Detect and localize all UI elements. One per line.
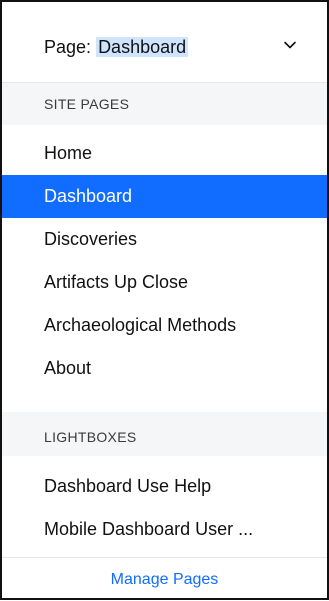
menu-item-dashboard[interactable]: Dashboard [2, 175, 327, 218]
menu-item-dashboard-use-help[interactable]: Dashboard Use Help [2, 465, 327, 508]
menu-item-discoveries[interactable]: Discoveries [2, 218, 327, 261]
current-page-name: Dashboard [96, 37, 189, 57]
menu-item-artifacts-up-close[interactable]: Artifacts Up Close [2, 261, 327, 304]
menu-item-mobile-dashboard-user[interactable]: Mobile Dashboard User ... [2, 508, 327, 551]
page-prefix-label: Page: [44, 37, 92, 57]
menu-item-home[interactable]: Home [2, 132, 327, 175]
menu-item-archaeological-methods[interactable]: Archaeological Methods [2, 304, 327, 347]
manage-pages-link[interactable]: Manage Pages [2, 570, 327, 590]
menu-item-label: Dashboard Use Help [44, 476, 212, 496]
menu-item-about[interactable]: About [2, 347, 327, 390]
page-selector-text: Page: Dashboard [44, 34, 189, 60]
menu-item-label: Dashboard [44, 186, 133, 206]
menu-item-label: Archaeological Methods [44, 315, 237, 335]
lightboxes-title: LIGHTBOXES [44, 429, 137, 445]
lightboxes-section-header: LIGHTBOXES [2, 412, 327, 456]
site-pages-title: SITE PAGES [44, 96, 130, 112]
panel-footer: Manage Pages [2, 557, 327, 601]
page-selector-dropdown[interactable]: Page: Dashboard [2, 2, 327, 83]
menu-item-label: Discoveries [44, 229, 138, 249]
menu-item-label: Mobile Dashboard User ... [44, 519, 254, 539]
menu-item-label: Artifacts Up Close [44, 272, 189, 292]
menu-item-label: About [44, 358, 92, 378]
site-pages-section-header: SITE PAGES [2, 83, 327, 125]
chevron-down-icon[interactable] [281, 36, 299, 54]
menu-item-label: Home [44, 143, 93, 163]
pages-panel: Page: Dashboard SITE PAGES Home Dashboar… [0, 0, 329, 600]
